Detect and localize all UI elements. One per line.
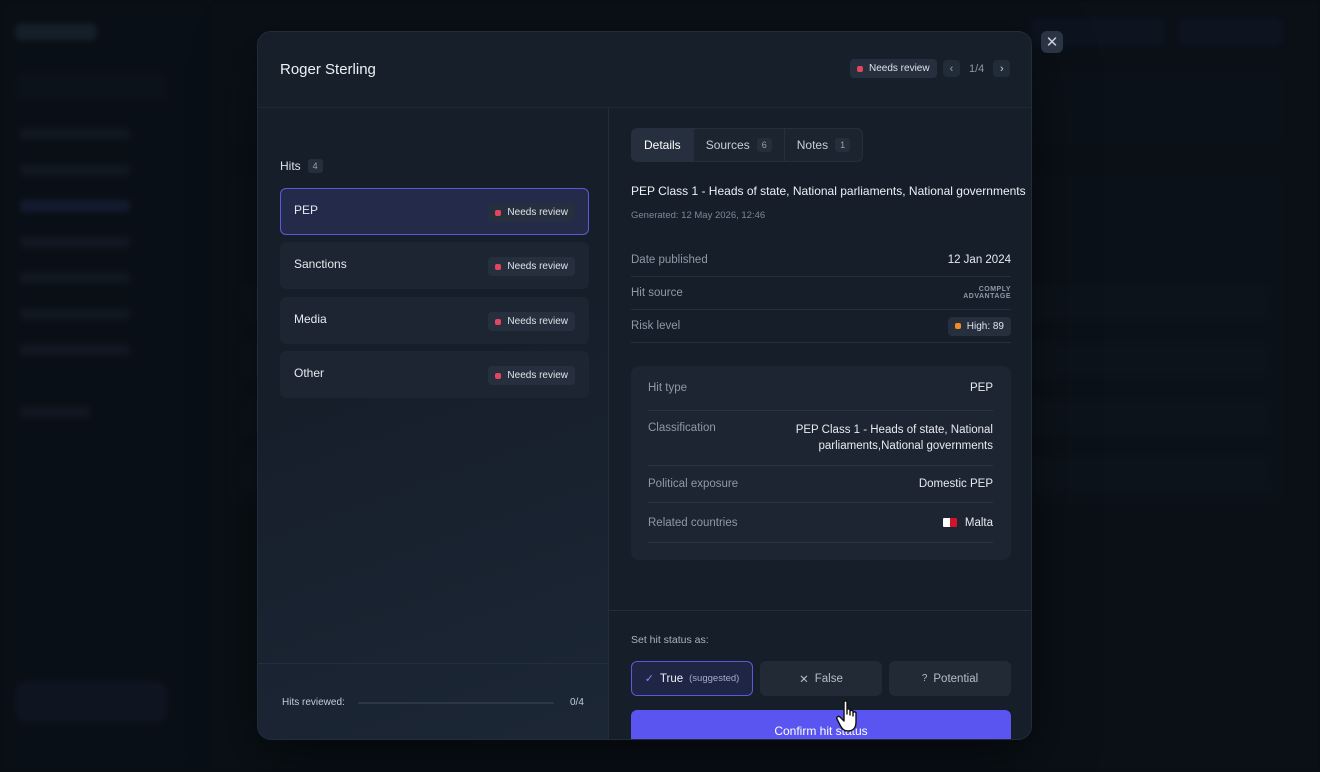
classification-line: parliaments,National governments: [818, 440, 993, 452]
modal-title: Roger Sterling: [280, 61, 376, 78]
status-dot-icon: [857, 65, 863, 72]
hit-label: Other: [294, 366, 325, 380]
status-badge: Needs review: [488, 203, 575, 222]
hit-item-media[interactable]: Media Needs review: [280, 297, 589, 344]
status-badge-label: Needs review: [507, 370, 568, 381]
next-button[interactable]: ›: [993, 60, 1011, 77]
status-badge-label: Needs review: [507, 261, 568, 272]
classification-row: Classification PEP Class 1 - Heads of st…: [648, 411, 993, 466]
status-badge: Needs review: [488, 257, 575, 276]
status-true-label: True: [659, 672, 684, 685]
tab-count: 1: [835, 138, 851, 152]
x-icon: ✕: [799, 673, 809, 686]
tab-label: Notes: [796, 138, 829, 152]
status-badge-label: Needs review: [507, 207, 568, 218]
row-key: Classification: [648, 422, 716, 434]
pager: ‹ 1/4 ›: [943, 60, 1011, 77]
hand-cursor-icon: [836, 700, 857, 732]
row-key: Date published: [631, 254, 708, 266]
hit-details-card: Hit type PEP Classification PEP Class 1 …: [631, 366, 1011, 560]
status-badge: Needs review: [488, 366, 575, 385]
detail-tabs: Details Sources 6 Notes 1: [631, 128, 864, 162]
hit-item-other[interactable]: Other Needs review: [280, 351, 589, 398]
status-potential-button[interactable]: ? Potential: [889, 661, 1011, 696]
comply-advantage-logo: COMPLY ADVANTAGE: [963, 286, 1011, 300]
row-value: PEP: [969, 382, 993, 394]
row-value: PEP Class 1 - Heads of state, National p…: [796, 422, 993, 465]
hit-review-modal: Roger Sterling Needs review ‹ 1/4 › Hits…: [257, 31, 1032, 740]
tab-count: 6: [756, 138, 772, 152]
status-badge: Needs review: [850, 59, 937, 78]
logo-line: COMPLY: [978, 286, 1011, 293]
hit-item-sanctions[interactable]: Sanctions Needs review: [280, 242, 589, 289]
chevron-left-icon: ‹: [949, 62, 954, 75]
status-badge-label: Needs review: [507, 316, 568, 327]
tab-details[interactable]: Details: [632, 129, 694, 161]
status-badge: Needs review: [488, 312, 575, 331]
hit-source-row: Hit source COMPLY ADVANTAGE: [631, 277, 1011, 310]
hits-title: Hits: [280, 159, 301, 173]
tab-label: Sources: [705, 138, 750, 152]
status-dot-icon: [495, 318, 502, 325]
row-key: Hit source: [631, 287, 683, 299]
hit-label: Media: [294, 312, 327, 326]
row-key: Political exposure: [648, 478, 739, 490]
hit-label: Sanctions: [294, 257, 347, 271]
row-key: Risk level: [631, 320, 681, 332]
row-value: Malta: [942, 515, 993, 531]
status-false-label: False: [814, 672, 843, 685]
confirm-hit-status-button[interactable]: Confirm hit status: [631, 710, 1011, 739]
classification-line: PEP Class 1 - Heads of state, National: [795, 424, 993, 436]
question-icon: ?: [921, 673, 928, 684]
close-icon: ✕: [1045, 34, 1059, 51]
status-badge-label: Needs review: [869, 63, 930, 74]
country-name: Malta: [964, 516, 993, 529]
risk-badge: High: 89: [947, 316, 1011, 336]
hits-reviewed-label: Hits reviewed:: [282, 697, 345, 708]
tab-notes[interactable]: Notes 1: [785, 129, 862, 161]
close-button[interactable]: ✕: [1041, 31, 1063, 53]
hits-reviewed-footer: Hits reviewed: 0/4: [258, 663, 608, 739]
malta-flag-icon: [942, 517, 957, 527]
status-dot-icon: [495, 209, 502, 216]
hit-type-row: Hit type PEP: [648, 366, 993, 411]
suggested-label: (suggested): [689, 673, 740, 684]
tab-sources[interactable]: Sources 6: [694, 129, 785, 161]
risk-badge-label: High: 89: [966, 320, 1004, 332]
hits-pane: Hits 4 PEP Needs review Sanctions Needs …: [258, 108, 609, 739]
political-exposure-row: Political exposure Domestic PEP: [648, 466, 993, 503]
logo-line: ADVANTAGE: [963, 293, 1011, 300]
tab-label: Details: [644, 138, 681, 152]
hit-item-pep[interactable]: PEP Needs review: [280, 188, 589, 235]
row-value: 12 Jan 2024: [947, 254, 1011, 266]
hits-reviewed-progress: [358, 702, 554, 704]
hit-label: PEP: [294, 203, 319, 217]
risk-level-row: Risk level High: 89: [631, 310, 1011, 343]
risk-dot-icon: [954, 323, 961, 329]
date-published-row: Date published 12 Jan 2024: [631, 244, 1011, 277]
status-potential-label: Potential: [933, 672, 979, 685]
status-dot-icon: [495, 372, 502, 379]
row-key: Related countries: [648, 516, 738, 529]
status-true-button[interactable]: ✓ True (suggested): [631, 661, 753, 696]
modal-header: Roger Sterling Needs review ‹ 1/4 ›: [258, 32, 1031, 108]
set-status-label: Set hit status as:: [631, 634, 709, 646]
hits-heading: Hits 4: [280, 159, 323, 173]
related-countries-row: Related countries Malta: [648, 503, 993, 543]
hit-status-footer: Set hit status as: ✓ True (suggested) ✕ …: [609, 610, 1031, 739]
check-icon: ✓: [644, 673, 654, 685]
previous-button[interactable]: ‹: [943, 60, 960, 77]
status-dot-icon: [495, 263, 502, 270]
hits-reviewed-count: 0/4: [570, 697, 584, 708]
generated-timestamp: Generated: 12 May 2026, 12:46: [631, 210, 766, 221]
details-pane: Details Sources 6 Notes 1 PEP Class 1 - …: [609, 108, 1031, 739]
row-value: Domestic PEP: [918, 478, 993, 490]
pager-text: 1/4: [969, 62, 985, 75]
status-false-button[interactable]: ✕ False: [760, 661, 882, 696]
row-key: Hit type: [648, 382, 687, 394]
chevron-right-icon: ›: [999, 62, 1004, 75]
hits-count: 4: [307, 159, 323, 173]
hit-classification-title: PEP Class 1 - Heads of state, National p…: [631, 184, 1026, 198]
